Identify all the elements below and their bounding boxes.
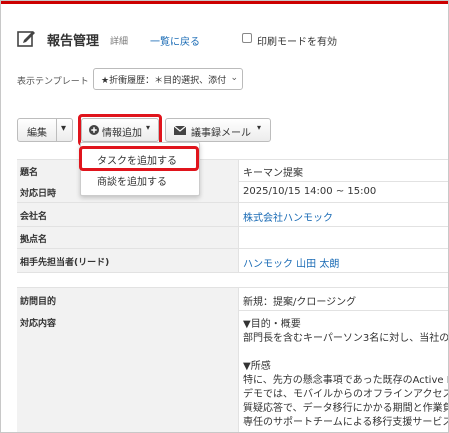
page-subtitle: 詳細 (110, 37, 129, 47)
content-line: 部門長を含むキーパーソン3名に対し、当社の (243, 333, 449, 344)
field-value-datetime: 2025/10/15 14:00 ~ 15:00 (243, 186, 377, 197)
minutes-mail-button[interactable]: 議事録メール ▾ (165, 118, 271, 142)
template-selected-value: ★折衝履歴：＊目的選択、添付 (101, 76, 227, 86)
back-to-list-link[interactable]: 一覧に戻る (150, 33, 200, 48)
highlight-add-task (79, 146, 199, 171)
content-line: デモでは、モバイルからのオフラインアクセス (243, 389, 449, 400)
content-line: ▼所感 (243, 361, 271, 372)
field-label: 題名 (20, 168, 39, 178)
template-label: 表示テンプレート (17, 77, 89, 87)
caret-down-icon: ▾ (61, 123, 67, 134)
chevron-down-icon: ⌄ (230, 73, 238, 83)
page-title: 報告管理 (47, 34, 100, 49)
field-label: 対応内容 (20, 319, 57, 329)
print-mode-checkbox[interactable] (242, 33, 252, 43)
add-deal-menu-item[interactable]: 商談を追加する (97, 173, 167, 188)
contact-link[interactable]: ハンモック 山田 太朗 (243, 255, 339, 270)
field-value-title: キーマン提案 (243, 168, 303, 179)
report-edit-icon (17, 31, 35, 47)
table-row: 相手先担当者(リード) ハンモック 山田 太朗 (17, 249, 448, 273)
table-row: 訪問目的 新規：提案/クロージング (17, 287, 448, 311)
field-label: 会社名 (20, 212, 48, 222)
edit-menu-toggle[interactable]: ▾ (56, 118, 73, 142)
template-select[interactable]: ★折衝履歴：＊目的選択、添付 ⌄ (93, 68, 243, 90)
field-label: 対応日時 (20, 189, 57, 199)
field-label: 訪問目的 (20, 297, 57, 307)
edit-button[interactable]: 編集 (17, 118, 57, 142)
print-mode-label: 印刷モードを有効 (257, 37, 337, 48)
envelope-icon (174, 126, 186, 135)
top-accent-bar (1, 1, 448, 4)
report-detail-page: 報告管理 詳細 一覧に戻る 印刷モードを有効 表示テンプレート ★折衝履歴：＊目… (0, 0, 449, 433)
table-row: 拠点名 (17, 227, 448, 249)
content-line: 特に、先方の懸念事項であった既存のActive D (243, 375, 449, 386)
content-line: ▼目的・概要 (243, 319, 301, 330)
field-label: 拠点名 (20, 235, 48, 245)
content-line: 専任のサポートチームによる移行支援サービス (243, 417, 449, 428)
field-label: 相手先担当者(リード) (20, 258, 110, 268)
table-row: 会社名 株式会社ハンモック (17, 203, 448, 227)
content-line: 質疑応答で、データ移行にかかる期間と作業負 (243, 403, 449, 414)
field-value-purpose: 新規：提案/クロージング (243, 297, 357, 308)
minutes-mail-label: 議事録メール (191, 128, 251, 139)
company-link[interactable]: 株式会社ハンモック (243, 209, 333, 224)
edit-button-label: 編集 (27, 128, 47, 139)
table-row: 対応内容 ▼目的・概要 部門長を含むキーパーソン3名に対し、当社の ▼所感 特に… (17, 310, 449, 432)
caret-down-icon: ▾ (257, 123, 262, 132)
